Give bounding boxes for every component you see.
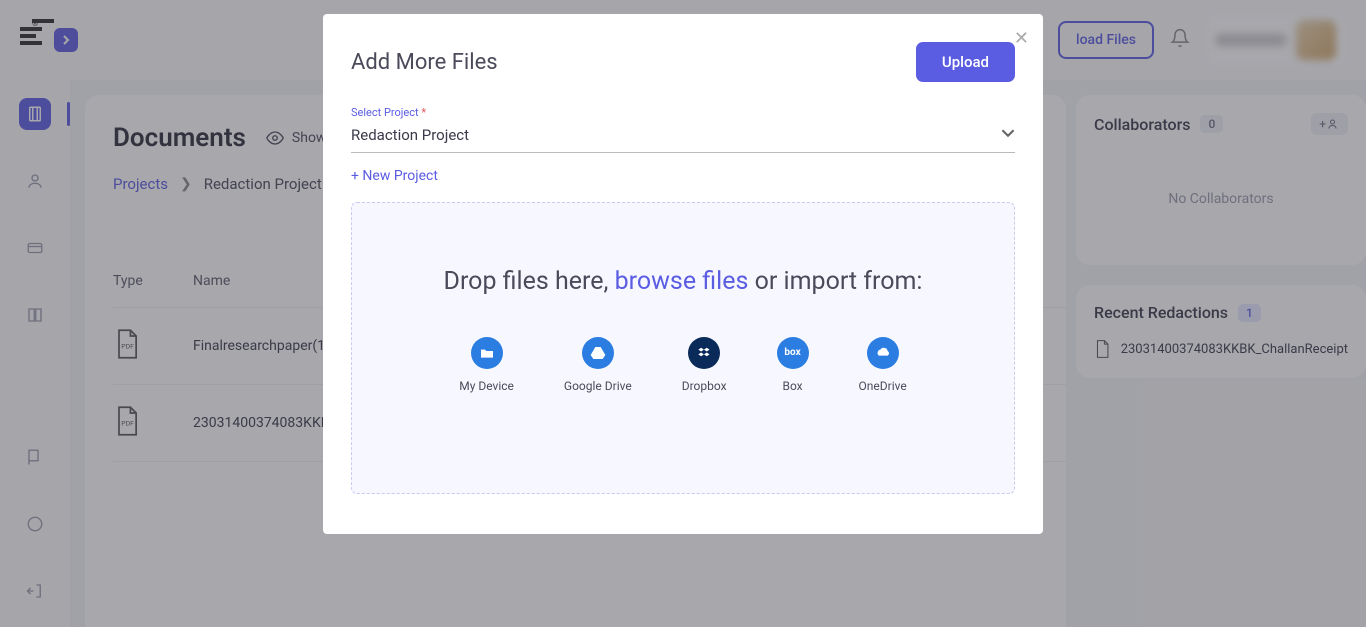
add-files-modal: ✕ Add More Files Upload Select Project *… (323, 14, 1043, 534)
source-google-drive[interactable]: Google Drive (564, 337, 632, 393)
browse-files-link[interactable]: browse files (615, 267, 749, 296)
select-project-label: Select Project * (351, 106, 1015, 119)
box-icon: box (777, 337, 809, 369)
close-icon: ✕ (1014, 28, 1029, 49)
onedrive-icon (867, 337, 899, 369)
upload-button[interactable]: Upload (916, 42, 1015, 82)
source-box[interactable]: box Box (777, 337, 809, 393)
source-onedrive[interactable]: OneDrive (859, 337, 907, 393)
dropbox-icon (688, 337, 720, 369)
close-button[interactable]: ✕ (1014, 28, 1029, 49)
project-select-value: Redaction Project (351, 126, 469, 144)
source-dropbox[interactable]: Dropbox (682, 337, 727, 393)
folder-icon (471, 337, 503, 369)
project-select[interactable]: Redaction Project (351, 119, 1015, 153)
google-drive-icon (582, 337, 614, 369)
source-my-device[interactable]: My Device (459, 337, 514, 393)
new-project-link[interactable]: + New Project (351, 168, 438, 184)
file-dropzone[interactable]: Drop files here, browse files or import … (351, 202, 1015, 494)
modal-title: Add More Files (351, 50, 498, 75)
modal-overlay[interactable]: ✕ Add More Files Upload Select Project *… (0, 0, 1366, 627)
drop-instructions: Drop files here, browse files or import … (372, 263, 994, 301)
chevron-down-icon (1001, 125, 1015, 144)
